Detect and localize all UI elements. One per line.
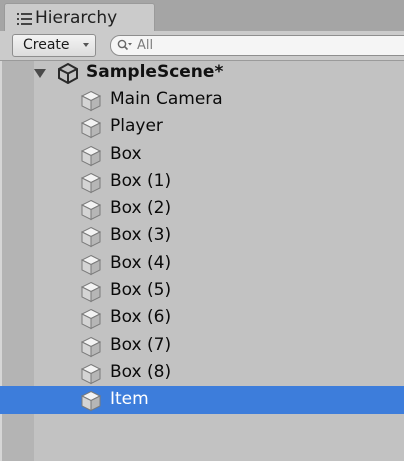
hierarchy-row[interactable]: Box (4) — [0, 250, 404, 277]
gameobject-label: Main Camera — [110, 89, 223, 109]
scene-name: SampleScene* — [86, 62, 224, 82]
cube-icon — [80, 172, 102, 194]
hierarchy-row[interactable]: Box (8) — [0, 359, 404, 386]
cube-icon — [80, 199, 102, 221]
hierarchy-row[interactable]: Main Camera — [0, 86, 404, 113]
gameobject-label: Box (1) — [110, 170, 172, 191]
cube-icon — [80, 281, 102, 303]
cube-icon — [80, 254, 102, 276]
gameobject-label: Box (6) — [110, 307, 172, 328]
cube-icon — [80, 117, 102, 139]
cube-icon — [80, 363, 102, 385]
tab-hierarchy[interactable]: Hierarchy — [4, 3, 155, 31]
cube-icon — [80, 90, 102, 112]
gameobject-label: Box (3) — [110, 225, 172, 246]
search-field[interactable] — [110, 35, 404, 56]
hierarchy-row[interactable]: Box — [0, 141, 404, 168]
gameobject-label: Box (4) — [110, 252, 172, 273]
tab-label: Hierarchy — [35, 8, 118, 28]
gameobject-label: Box (2) — [110, 198, 172, 219]
gameobject-label: Box — [110, 143, 142, 164]
tab-bar: Hierarchy — [0, 0, 404, 31]
hierarchy-items: Main Camera Player Box Box (1) Box (2) Box (3… — [0, 86, 404, 414]
cube-icon — [80, 145, 102, 167]
search-input[interactable] — [137, 37, 387, 53]
gameobject-label: Box (5) — [110, 280, 172, 301]
hierarchy-row[interactable]: Box (7) — [0, 332, 404, 359]
create-button-label: Create — [23, 37, 70, 53]
gameobject-label: Player — [110, 116, 163, 137]
hierarchy-row[interactable]: Box (2) — [0, 195, 404, 222]
hierarchy-tree[interactable]: SampleScene* Main Camera Player Box Box (1)… — [0, 61, 404, 461]
foldout-arrow-icon[interactable] — [34, 69, 46, 78]
gameobject-label: Box (7) — [110, 334, 172, 355]
hierarchy-row-selected[interactable]: Item — [0, 386, 404, 414]
cube-icon — [80, 226, 102, 248]
hierarchy-row[interactable]: Box (3) — [0, 222, 404, 249]
scene-row[interactable]: SampleScene* — [0, 61, 404, 86]
create-button[interactable]: Create — [12, 34, 96, 57]
hierarchy-row[interactable]: Player — [0, 113, 404, 140]
hierarchy-row[interactable]: Box (5) — [0, 277, 404, 304]
chevron-down-icon — [83, 43, 89, 47]
hierarchy-toolbar: Create — [0, 31, 404, 61]
hierarchy-row[interactable]: Box (6) — [0, 304, 404, 331]
gameobject-label: Box (8) — [110, 361, 172, 382]
gameobject-label: Item — [110, 389, 149, 410]
list-icon — [17, 11, 32, 25]
unity-logo-icon — [57, 62, 79, 85]
search-icon[interactable] — [117, 38, 133, 52]
hierarchy-row[interactable]: Box (1) — [0, 168, 404, 195]
cube-icon — [80, 336, 102, 358]
cube-icon — [80, 390, 102, 412]
cube-icon — [80, 308, 102, 330]
